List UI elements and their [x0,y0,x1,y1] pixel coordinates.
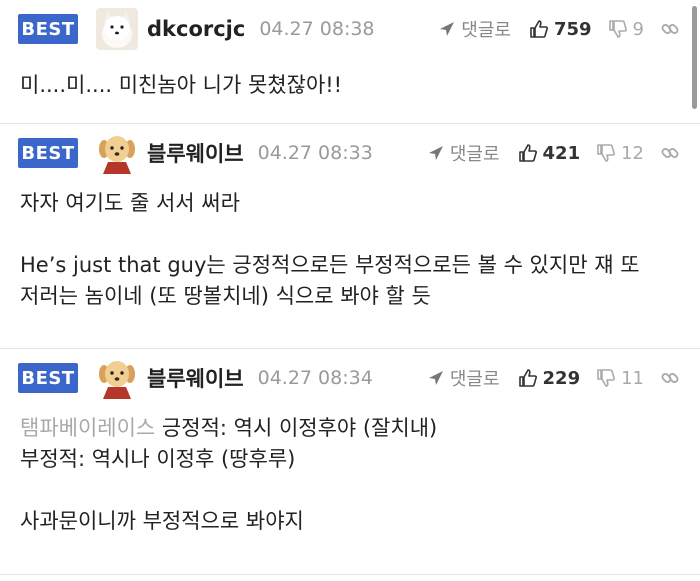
downvote-button[interactable]: 12 [596,143,644,164]
thumbs-up-icon [530,20,548,38]
upvote-count: 229 [542,367,581,389]
best-badge: BEST [18,14,78,44]
reply-label: 댓글로 [449,144,500,165]
comment-list: BEST dkcorcjc 04.27 08:38 댓글로 759 9 미...… [0,0,700,581]
comment-body: 미....미.... 미친놈아 니가 못쳤잖아!! [20,70,680,101]
comment-item: BEST 블루웨이브 04.27 08:34 댓글로 229 11 탬파베이레이… [0,349,700,575]
reply-button[interactable]: 댓글로 [428,140,500,166]
avatar[interactable] [96,132,138,174]
link-icon [661,373,679,383]
comment-date: 04.27 08:38 [259,18,375,40]
thumbs-up-icon [518,144,537,162]
downvote-count: 12 [621,142,644,164]
reply-button[interactable]: 댓글로 [428,365,500,391]
reply-arrow-icon [440,22,455,36]
link-icon [661,148,679,158]
nickname[interactable]: dkcorcjc [147,17,245,41]
comment-actions: 댓글로 229 11 [428,365,680,391]
reply-label: 댓글로 [449,369,500,390]
link-icon [661,24,679,34]
comment-line: 저러는 놈이네 (또 땅볼치네) 식으로 봐야 할 듯 [20,284,431,308]
upvote-count: 759 [553,18,592,40]
comment-body: 자자 여기도 줄 서서 써라 He’s just that guy는 긍정적으로… [20,188,680,312]
thumbs-down-icon [608,20,627,38]
reply-tag[interactable]: 탬파베이레이스 [20,416,155,440]
comment-item: BEST dkcorcjc 04.27 08:38 댓글로 759 9 미...… [0,0,700,124]
comment-date: 04.27 08:33 [257,142,373,164]
comment-line: He’s just that guy는 긍정적으로든 부정적으로든 볼 수 있지… [20,253,640,277]
downvote-button[interactable]: 9 [608,19,644,40]
downvote-count: 11 [621,367,644,389]
thumbs-down-icon [597,144,616,162]
nickname[interactable]: 블루웨이브 [147,138,244,168]
upvote-button[interactable]: 421 [518,142,581,164]
upvote-button[interactable]: 759 [529,19,592,40]
comment-blank-line [20,475,680,506]
golden-puppy-avatar [96,132,138,174]
samoyed-dog-avatar [96,8,138,50]
downvote-button[interactable]: 11 [596,368,644,389]
comment-actions: 댓글로 421 12 [428,140,680,166]
reply-arrow-icon [428,146,443,160]
golden-puppy-avatar [96,357,138,399]
comment-body: 탬파베이레이스 긍정적: 역시 이정후야 (잘치내) 부정적: 역시나 이정후 … [20,413,680,537]
comment-header: BEST 블루웨이브 04.27 08:34 댓글로 229 11 [18,357,680,399]
scrollbar-thumb[interactable] [692,6,697,109]
comment-date: 04.27 08:34 [257,367,373,389]
thumbs-up-icon [518,369,537,387]
thumbs-down-icon [597,369,616,387]
downvote-count: 9 [632,18,644,40]
comment-line-text: 긍정적: 역시 이정후야 (잘치내) [155,416,438,440]
comment-blank-line [20,219,680,250]
comment-actions: 댓글로 759 9 [439,16,680,42]
best-badge: BEST [18,363,78,393]
comment-item: BEST 블루웨이브 04.27 08:33 댓글로 421 12 자자 여기도… [0,124,700,349]
comment-header: BEST 블루웨이브 04.27 08:33 댓글로 421 12 [18,132,680,174]
avatar[interactable] [96,357,138,399]
comment-line: 탬파베이레이스 긍정적: 역시 이정후야 (잘치내) [20,413,680,444]
reply-button[interactable]: 댓글로 [439,16,511,42]
link-button[interactable] [660,19,680,39]
best-badge: BEST [18,138,78,168]
link-button[interactable] [660,143,680,163]
comment-line: 미....미.... 미친놈아 니가 못쳤잖아!! [20,73,343,97]
nickname[interactable]: 블루웨이브 [147,363,244,393]
reply-arrow-icon [428,371,443,385]
comment-line: 부정적: 역시나 이정후 (땅후루) [20,447,296,471]
avatar[interactable] [96,8,138,50]
upvote-button[interactable]: 229 [518,367,581,389]
link-button[interactable] [660,368,680,388]
comment-header: BEST dkcorcjc 04.27 08:38 댓글로 759 9 [18,8,680,50]
comment-line: 사과문이니까 부정적으로 봐야지 [20,509,304,533]
next-comment-edge [0,575,700,581]
reply-label: 댓글로 [461,20,511,41]
comment-line: 자자 여기도 줄 서서 써라 [20,191,240,215]
upvote-count: 421 [542,142,581,164]
